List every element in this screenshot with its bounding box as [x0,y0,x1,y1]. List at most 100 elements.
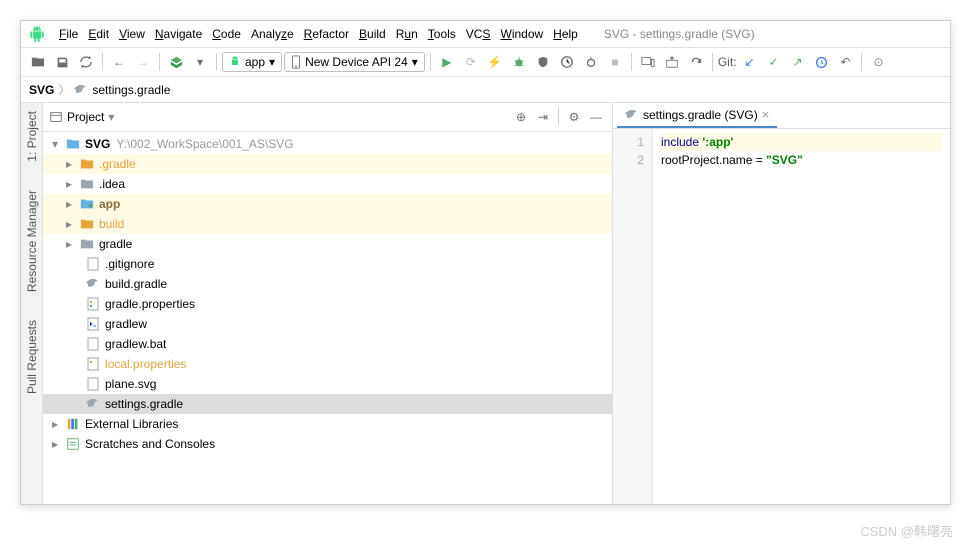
close-icon[interactable]: × [762,107,770,122]
module-combo-label: app [245,55,265,69]
stop-icon[interactable]: ■ [604,51,626,73]
tree-external-libraries[interactable]: ▸ External Libraries [43,414,612,434]
menu-build[interactable]: Build [355,25,390,43]
tree-gradle-props[interactable]: gradle.properties [43,294,612,314]
project-view-selector[interactable]: Project ▾ [49,110,507,124]
hide-icon[interactable]: — [586,107,606,127]
sync-icon[interactable] [75,51,97,73]
main-area: 1: Project Resource Manager Pull Request… [21,103,950,504]
module-combo[interactable]: app ▾ [222,52,282,72]
folder-icon [79,156,95,172]
back-icon[interactable]: ← [108,51,130,73]
chevron-right-icon[interactable]: ▸ [63,198,75,210]
forward-icon[interactable]: → [132,51,154,73]
toolwindow-resource-manager[interactable]: Resource Manager [23,186,41,296]
attach-debug-icon[interactable] [580,51,602,73]
chevron-right-icon[interactable]: ▸ [63,158,75,170]
chevron-right-icon[interactable]: ▸ [63,238,75,250]
apply-code-icon[interactable]: ⚡ [484,51,506,73]
dropdown-icon[interactable]: ▾ [189,51,211,73]
toolwindow-pull-requests[interactable]: Pull Requests [23,316,41,398]
git-rollback-icon[interactable]: ↶ [834,51,856,73]
properties-icon [85,296,101,312]
menubar: File Edit View Navigate Code Analyze Ref… [21,21,950,48]
locate-icon[interactable]: ⊕ [511,107,531,127]
git-history-icon[interactable] [810,51,832,73]
gear-icon[interactable]: ⚙ [564,107,584,127]
tree-gradle2-dir[interactable]: ▸ gradle [43,234,612,254]
menu-help[interactable]: Help [549,25,582,43]
folder-icon [79,236,95,252]
breadcrumb-file[interactable]: settings.gradle [92,83,170,97]
menu-file[interactable]: File [55,25,82,43]
search-everywhere-icon[interactable]: ⊙ [867,51,889,73]
tree-gradlew-bat[interactable]: gradlew.bat [43,334,612,354]
menu-run[interactable]: Run [392,25,422,43]
breadcrumb-root[interactable]: SVG [29,83,54,97]
tree-plane-svg[interactable]: plane.svg [43,374,612,394]
menu-navigate[interactable]: Navigate [151,25,206,43]
gradle-icon [85,396,101,412]
chevron-down-icon[interactable]: ▾ [49,138,61,150]
profile-icon[interactable] [556,51,578,73]
tree-scratches[interactable]: ▸ Scratches and Consoles [43,434,612,454]
tree-root[interactable]: ▾ SVGY:\002_WorkSpace\001_AS\SVG [43,134,612,154]
sdk-icon[interactable] [661,51,683,73]
menu-tools[interactable]: Tools [424,25,460,43]
avd-icon[interactable] [637,51,659,73]
tree-gitignore[interactable]: .gitignore [43,254,612,274]
ide-window: File Edit View Navigate Code Analyze Ref… [20,20,951,505]
gradle-icon [85,276,101,292]
debug-icon[interactable] [508,51,530,73]
build-icon[interactable] [165,51,187,73]
menu-analyze[interactable]: Analyze [247,25,298,43]
save-icon[interactable] [51,51,73,73]
android-icon [229,56,241,68]
coverage-icon[interactable] [532,51,554,73]
gradle-sync-icon[interactable] [685,51,707,73]
menu-view[interactable]: View [115,25,149,43]
git-commit-icon[interactable]: ✓ [762,51,784,73]
editor-body[interactable]: 1 2 include ':app' rootProject.name = "S… [613,129,950,504]
menu-code[interactable]: Code [208,25,245,43]
library-icon [65,416,81,432]
project-icon [49,110,63,124]
toolwindow-project[interactable]: 1: Project [23,107,41,166]
chevron-right-icon[interactable]: ▸ [49,418,61,430]
tree-gradlew[interactable]: gradlew [43,314,612,334]
menu-refactor[interactable]: Refactor [300,25,353,43]
properties-icon [85,356,101,372]
left-toolwindow-bar: 1: Project Resource Manager Pull Request… [21,103,43,504]
device-combo[interactable]: New Device API 24 ▾ [284,52,425,72]
menu-edit[interactable]: Edit [84,25,113,43]
editor-tabs: settings.gradle (SVG) × [613,103,950,129]
tree-build-dir[interactable]: ▸ build [43,214,612,234]
tree-idea-dir[interactable]: ▸ .idea [43,174,612,194]
git-push-icon[interactable]: ↗ [786,51,808,73]
chevron-right-icon[interactable]: ▸ [63,178,75,190]
code-line: rootProject.name = "SVG" [661,151,942,169]
gradle-icon [74,83,88,97]
project-panel: Project ▾ ⊕ ⇥ ⚙ — ▾ SVGY:\002_WorkSpace\… [43,103,613,504]
gradle-icon [625,108,639,122]
editor-tab-settings-gradle[interactable]: settings.gradle (SVG) × [617,103,777,128]
tree-settings-gradle[interactable]: settings.gradle [43,394,612,414]
editor-panel: settings.gradle (SVG) × 1 2 include ':ap… [613,103,950,504]
tree-build-gradle[interactable]: build.gradle [43,274,612,294]
project-tree[interactable]: ▾ SVGY:\002_WorkSpace\001_AS\SVG ▸ .grad… [43,132,612,504]
tree-app-dir[interactable]: ▸ app [43,194,612,214]
git-update-icon[interactable]: ↙ [738,51,760,73]
editor-code[interactable]: include ':app' rootProject.name = "SVG" [653,129,950,504]
chevron-right-icon[interactable]: ▸ [63,218,75,230]
menu-vcs[interactable]: VCS [462,25,495,43]
breadcrumb: SVG 〉 settings.gradle [21,77,950,103]
chevron-right-icon[interactable]: ▸ [49,438,61,450]
collapse-icon[interactable]: ⇥ [533,107,553,127]
phone-icon [291,55,301,69]
tree-local-props[interactable]: local.properties [43,354,612,374]
apply-changes-icon[interactable]: ⟳ [460,51,482,73]
menu-window[interactable]: Window [496,25,547,43]
run-icon[interactable]: ▶ [436,51,458,73]
open-icon[interactable] [27,51,49,73]
tree-gradle-dir[interactable]: ▸ .gradle [43,154,612,174]
